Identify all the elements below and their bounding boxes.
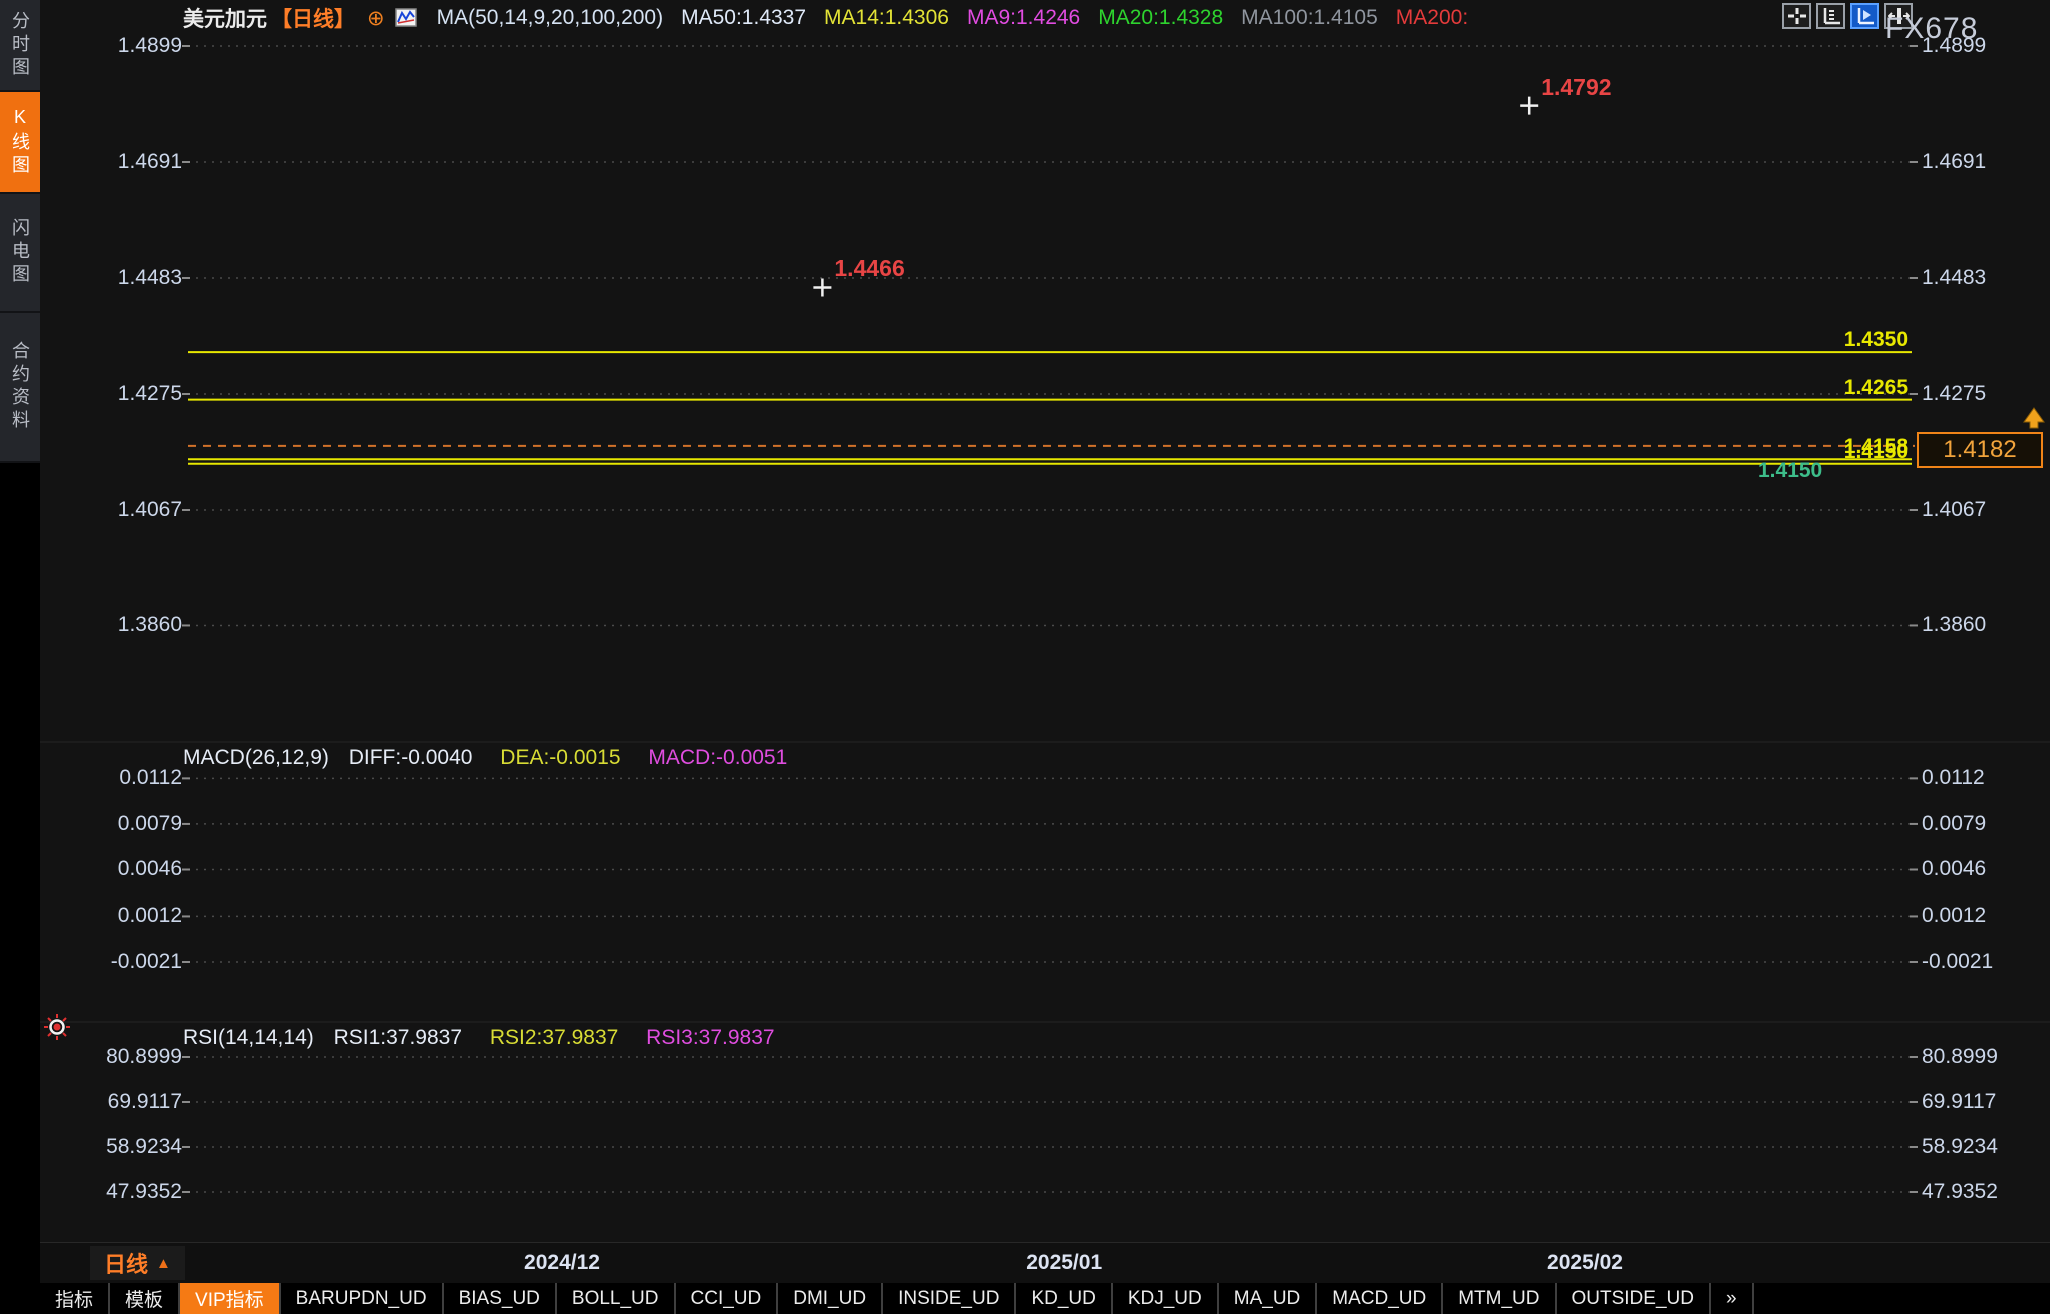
y-axis-label-left: 0.0079 (56, 812, 182, 836)
y-axis-label-left: 80.8999 (56, 1045, 182, 1069)
ma-legend-value: MA200: (1396, 6, 1468, 30)
period-selector[interactable]: 日线 ▲ (90, 1246, 185, 1280)
y-axis-label-left: 1.4483 (56, 266, 182, 290)
ma-legend-value: MA50:1.4337 (681, 6, 806, 30)
y-axis-label-right: 80.8999 (1922, 1045, 2050, 1069)
tab-BOLL_UD[interactable]: BOLL_UD (557, 1283, 676, 1314)
sidebar: 分时图K线图闪电图合约资料 (0, 0, 40, 1314)
tab-BARUPDN_UD[interactable]: BARUPDN_UD (281, 1283, 444, 1314)
price-line-label: 1.4150 (1818, 440, 1908, 464)
tab-模板[interactable]: 模板 (110, 1283, 180, 1314)
pan-crosshair-button[interactable] (1782, 3, 1811, 29)
y-axis-label-left: 1.4067 (56, 498, 182, 522)
auto-scroll-button[interactable] (1850, 3, 1879, 29)
tab-KD_UD[interactable]: KD_UD (1016, 1283, 1112, 1314)
sidebar-item-1[interactable]: 分时图 (0, 0, 40, 92)
rsi3-value: RSI3:37.9837 (646, 1026, 774, 1049)
chart-app: 分时图K线图闪电图合约资料 美元加元 【日线】 ⊕ MA(50,14,9,20,… (0, 0, 2050, 1314)
rsi1-value: RSI1:37.9837 (334, 1026, 462, 1049)
y-axis-label-right: 1.4691 (1922, 150, 2050, 174)
symbol-title: 美元加元 (183, 3, 267, 33)
tab-MTM_UD[interactable]: MTM_UD (1443, 1283, 1556, 1314)
y-axis-label-left: 0.0046 (56, 857, 182, 881)
y-axis-label-right: 1.4483 (1922, 266, 2050, 290)
y-axis-label-right: -0.0021 (1922, 950, 2050, 974)
date-label: 2025/01 (994, 1251, 1134, 1275)
tab-KDJ_UD[interactable]: KDJ_UD (1113, 1283, 1219, 1314)
date-label: 2024/12 (492, 1251, 632, 1275)
circle-plus-icon[interactable]: ⊕ (367, 6, 385, 31)
tab-OUTSIDE_UD[interactable]: OUTSIDE_UD (1557, 1283, 1711, 1314)
rsi-title: RSI(14,14,14) (183, 1026, 314, 1049)
period-tag: 【日线】 (271, 3, 355, 33)
macd-title: MACD(26,12,9) (183, 746, 329, 769)
brand-watermark: FX678 (1885, 12, 1978, 46)
y-axis-label-left: 58.9234 (56, 1135, 182, 1159)
axis-scale-button[interactable] (1816, 3, 1845, 29)
sidebar-item-4[interactable]: 合约资料 (0, 313, 40, 463)
chart-header: 美元加元 【日线】 ⊕ MA(50,14,9,20,100,200) MA50:… (183, 4, 1468, 32)
price-line-label: 1.4265 (1818, 376, 1908, 400)
y-axis-label-left: -0.0021 (56, 950, 182, 974)
tab-DMI_UD[interactable]: DMI_UD (778, 1283, 883, 1314)
period-caret-icon: ▲ (156, 1255, 171, 1272)
y-axis-label-right: 1.4067 (1922, 498, 2050, 522)
period-label: 日线 (104, 1247, 148, 1279)
tab-MACD_UD[interactable]: MACD_UD (1317, 1283, 1443, 1314)
indicator-tabbar: 指标模板VIP指标BARUPDN_UDBIAS_UDBOLL_UDCCI_UDD… (40, 1283, 2050, 1314)
y-axis-label-left: 1.4691 (56, 150, 182, 174)
tab-MA_UD[interactable]: MA_UD (1219, 1283, 1318, 1314)
tab-BIAS_UD[interactable]: BIAS_UD (444, 1283, 557, 1314)
alert-target-icon[interactable] (44, 1014, 70, 1040)
date-label: 2025/02 (1515, 1251, 1655, 1275)
y-axis-label-right: 0.0012 (1922, 904, 2050, 928)
y-axis-label-right: 1.3860 (1922, 613, 2050, 637)
ma-legend-value: MA14:1.4306 (824, 6, 949, 30)
tab-»[interactable]: » (1711, 1283, 1754, 1314)
y-axis-label-left: 0.0112 (56, 766, 182, 790)
y-axis-label-left: 0.0012 (56, 904, 182, 928)
macd-dea-value: DEA:-0.0015 (500, 746, 620, 769)
y-axis-label-right: 0.0079 (1922, 812, 2050, 836)
y-axis-label-left: 1.4899 (56, 34, 182, 58)
y-axis-label-left: 1.3860 (56, 613, 182, 637)
ma-legend: MA50:1.4337 MA14:1.4306 MA9:1.4246 MA20:1.4… (663, 6, 1468, 30)
tab-INSIDE_UD[interactable]: INSIDE_UD (883, 1283, 1016, 1314)
y-axis-label-left: 47.9352 (56, 1180, 182, 1204)
y-axis-label-right: 69.9117 (1922, 1090, 2050, 1114)
y-axis-label-left: 1.4275 (56, 382, 182, 406)
ma-params-label: MA(50,14,9,20,100,200) (437, 6, 664, 30)
tab-CCI_UD[interactable]: CCI_UD (676, 1283, 779, 1314)
high-annotation-label: 1.4792 (1541, 74, 1611, 101)
y-axis-label-right: 58.9234 (1922, 1135, 2050, 1159)
y-axis-label-right: 1.4275 (1922, 382, 2050, 406)
sidebar-item-3[interactable]: 闪电图 (0, 194, 40, 313)
timeline-bar: 日线 ▲ 2024/12 2025/01 2025/02 (40, 1242, 2050, 1284)
sidebar-item-2[interactable]: K线图 (0, 92, 40, 194)
macd-macd-value: MACD:-0.0051 (648, 746, 787, 769)
tab-VIP指标[interactable]: VIP指标 (180, 1283, 281, 1314)
y-axis-label-right: 0.0112 (1922, 766, 2050, 790)
y-axis-label-left: 69.9117 (56, 1090, 182, 1114)
macd-header: MACD(26,12,9) DIFF:-0.0040 DEA:-0.0015 M… (183, 746, 787, 770)
price-up-arrow-icon (2020, 406, 2048, 441)
ma-legend-value: MA9:1.4246 (967, 6, 1080, 30)
rsi-header: RSI(14,14,14) RSI1:37.9837 RSI2:37.9837 … (183, 1026, 775, 1050)
price-line-label: 1.4350 (1818, 328, 1908, 352)
ma-legend-value: MA20:1.4328 (1098, 6, 1223, 30)
tab-指标[interactable]: 指标 (40, 1283, 110, 1314)
price-chart-canvas[interactable] (0, 0, 2050, 1314)
ma-legend-value: MA100:1.4105 (1241, 6, 1378, 30)
mini-chart-icon[interactable] (395, 8, 419, 29)
high-annotation-label: 1.4466 (834, 255, 904, 282)
y-axis-label-right: 0.0046 (1922, 857, 2050, 881)
y-axis-label-right: 47.9352 (1922, 1180, 2050, 1204)
support-price-label: 1.4150 (1758, 459, 1822, 483)
rsi2-value: RSI2:37.9837 (490, 1026, 618, 1049)
macd-diff-value: DIFF:-0.0040 (349, 746, 473, 769)
